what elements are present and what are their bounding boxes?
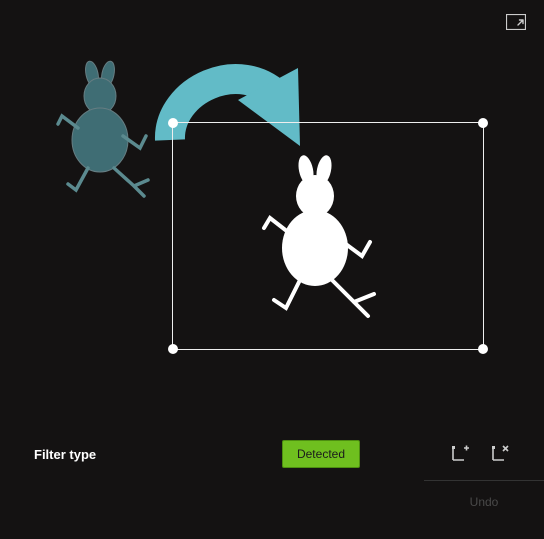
bbox-handle-bl[interactable] xyxy=(168,344,178,354)
add-filter-icon[interactable] xyxy=(450,444,470,464)
remove-filter-icon[interactable] xyxy=(490,444,510,464)
subject-icon xyxy=(254,152,394,342)
canvas-area xyxy=(0,40,544,400)
controls-bar: Filter type Detected xyxy=(0,440,544,468)
filter-type-label: Filter type xyxy=(34,447,96,462)
fullscreen-icon[interactable] xyxy=(506,14,526,30)
undo-section: Undo xyxy=(424,480,544,523)
bbox-handle-tl[interactable] xyxy=(168,118,178,128)
bbox-handle-br[interactable] xyxy=(478,344,488,354)
status-badge: Detected xyxy=(282,440,360,468)
undo-button[interactable]: Undo xyxy=(470,495,499,509)
bbox-handle-tr[interactable] xyxy=(478,118,488,128)
